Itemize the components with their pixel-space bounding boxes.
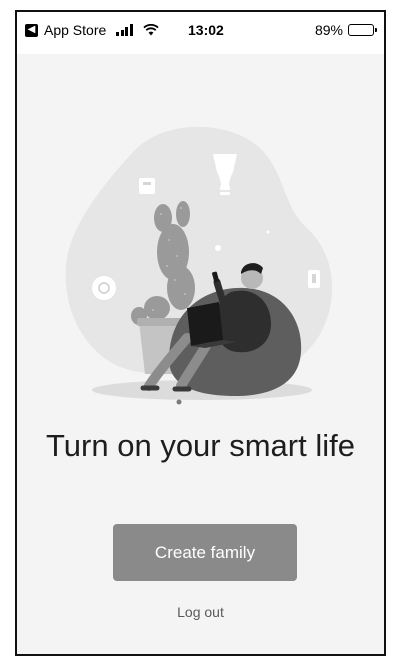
wifi-icon — [143, 24, 159, 36]
battery-icon — [348, 24, 377, 36]
smart-switch-icon — [139, 178, 155, 194]
back-app-label: App Store — [44, 22, 107, 38]
phone-screen: ◀ App Store 13:02 89% Turn on your smart… — [15, 10, 386, 656]
battery-status: 89% — [314, 22, 377, 38]
back-to-app[interactable]: ◀ App Store — [25, 22, 159, 38]
smart-speaker-icon — [92, 276, 116, 300]
create-family-button[interactable]: Create family — [113, 524, 297, 581]
status-bar: ◀ App Store 13:02 89% — [17, 12, 384, 54]
laptop — [187, 302, 223, 346]
battery-percentage: 89% — [314, 22, 343, 38]
back-arrow-icon: ◀ — [25, 23, 38, 37]
page-title: Turn on your smart life — [46, 428, 355, 463]
clock: 13:02 — [188, 22, 224, 38]
logout-link[interactable]: Log out — [17, 604, 384, 620]
smart-home-illustration — [65, 126, 333, 405]
cellular-signal-icon — [116, 24, 133, 36]
